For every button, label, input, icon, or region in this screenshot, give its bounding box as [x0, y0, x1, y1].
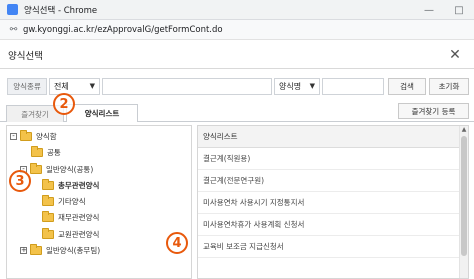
window-controls: — □	[414, 0, 474, 20]
annotation-badge-3: 3	[9, 170, 31, 192]
list-item[interactable]: 결근계(전문연구원)	[198, 170, 460, 192]
scroll-thumb[interactable]	[461, 136, 467, 256]
tree-node-general-affairs[interactable]: 총무관련양식	[42, 178, 99, 192]
url-text: gw.kyonggi.ac.kr/ezApprovalG/getFormCont…	[23, 24, 223, 35]
list-item[interactable]: 결근계(직원용)	[198, 148, 460, 170]
chevron-down-icon: ▼	[309, 82, 315, 90]
tree-node-faculty[interactable]: 교원관련양식	[42, 227, 99, 241]
form-name-label: 양식명	[279, 82, 302, 91]
folder-icon	[30, 162, 42, 174]
folder-icon	[31, 145, 43, 157]
keyword-input[interactable]	[102, 78, 272, 95]
tab-form-list[interactable]: 양식리스트	[66, 104, 138, 122]
window-title: 양식선택 - Chrome	[24, 5, 98, 16]
form-category-tree: - 양식함 공통 - 일반양식(공통) 총무관련양식 기타양식 재무관련양식 교…	[6, 125, 192, 279]
tree-node-label: 교원관련양식	[58, 229, 100, 239]
list-scrollbar[interactable]: ▲	[459, 126, 468, 278]
folder-icon	[42, 194, 54, 206]
tree-node-root[interactable]: - 양식함	[10, 129, 57, 143]
annotation-badge-4: 4	[166, 232, 188, 254]
list-item[interactable]: 교육비 보조금 지급신청서	[198, 236, 460, 258]
search-button[interactable]: 검색	[388, 78, 426, 95]
tree-node-label: 기타양식	[58, 196, 86, 206]
tree-node-general-common[interactable]: - 일반양식(공통)	[20, 162, 93, 176]
folder-icon	[30, 243, 42, 255]
add-favorite-button[interactable]: 즐겨찾기 등록	[398, 103, 469, 119]
tree-node-general-team[interactable]: + 일반양식(총무팀)	[20, 243, 100, 257]
tree-node-label: 총무관련양식	[58, 180, 100, 190]
list-item[interactable]: 미사용연차 사용시기 지정통지서	[198, 192, 460, 214]
expand-icon[interactable]: +	[20, 246, 27, 254]
form-type-select[interactable]: 전체 ▼	[49, 78, 100, 95]
reset-button[interactable]: 초기화	[429, 78, 469, 95]
scroll-up-icon[interactable]: ▲	[460, 126, 468, 135]
dialog-header: 양식선택 ✕	[0, 41, 474, 69]
chevron-down-icon: ▼	[89, 82, 95, 90]
form-name-select[interactable]: 양식명 ▼	[274, 78, 320, 95]
form-name-input[interactable]	[322, 78, 384, 95]
list-item[interactable]: 미사용연차휴가 사용계획 신청서	[198, 214, 460, 236]
tree-node-label: 재무관련양식	[58, 212, 100, 222]
folder-icon	[42, 178, 54, 190]
page-info-icon[interactable]: ⚯	[8, 24, 19, 35]
list-header: 양식리스트	[198, 126, 460, 148]
tree-node-label: 양식함	[36, 131, 57, 141]
address-bar: ⚯ gw.kyonggi.ac.kr/ezApprovalG/getFormCo…	[0, 20, 474, 40]
form-list-panel: 양식리스트 결근계(직원용) 결근계(전문연구원) 미사용연차 사용시기 지정통…	[197, 125, 469, 279]
folder-icon	[20, 129, 32, 141]
form-type-label: 양식종류	[7, 78, 47, 95]
folder-icon	[42, 210, 54, 222]
maximize-icon[interactable]: □	[444, 0, 474, 20]
chrome-icon	[7, 4, 18, 15]
tree-node-label: 공통	[47, 147, 61, 157]
dialog-title: 양식선택	[8, 50, 43, 62]
folder-icon	[42, 227, 54, 239]
form-type-value: 전체	[54, 82, 69, 91]
tree-node-label: 일반양식(총무팀)	[46, 245, 101, 255]
window-titlebar: 양식선택 - Chrome — □	[0, 0, 474, 20]
tree-node-misc[interactable]: 기타양식	[42, 194, 86, 208]
tree-node-label: 일반양식(공통)	[46, 164, 94, 174]
minimize-icon[interactable]: —	[414, 0, 444, 20]
tree-node-finance[interactable]: 재무관련양식	[42, 210, 99, 224]
annotation-badge-2: 2	[53, 93, 75, 115]
collapse-icon[interactable]: -	[10, 132, 17, 140]
close-icon[interactable]: ✕	[446, 46, 464, 64]
tree-node-common[interactable]: 공통	[31, 145, 61, 159]
